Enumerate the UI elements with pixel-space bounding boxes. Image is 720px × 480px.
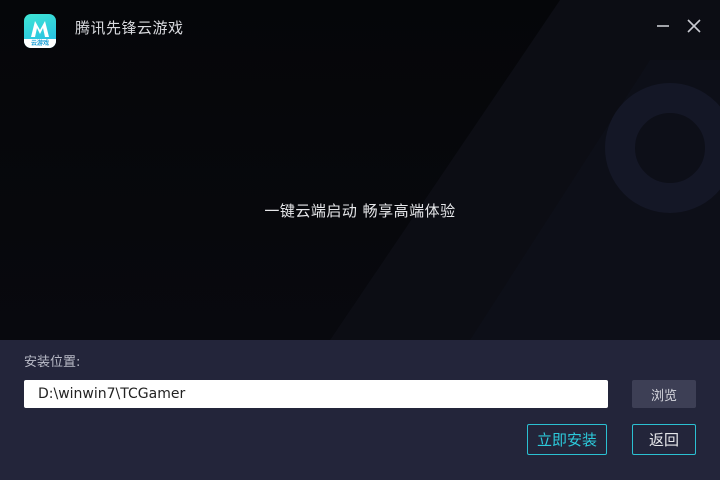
close-button[interactable] [684, 16, 704, 36]
install-panel: 安装位置: 浏览 立即安装 返回 [0, 340, 720, 480]
browse-button[interactable]: 浏览 [632, 380, 696, 408]
slogan-text: 一键云端启动 畅享高端体验 [264, 202, 456, 220]
minimize-icon [657, 25, 669, 27]
tencent-start-logo-icon: 云游戏 [24, 14, 56, 48]
back-button[interactable]: 返回 [632, 424, 696, 455]
installer-window: 云游戏 腾讯先锋云游戏 一键云端启动 畅享高端体验 安装位置: 浏览 立即安装 … [0, 0, 720, 480]
install-now-button[interactable]: 立即安装 [527, 424, 607, 455]
install-location-label: 安装位置: [24, 355, 81, 370]
minimize-button[interactable] [653, 16, 673, 36]
close-icon [687, 19, 701, 33]
logo-badge: 云游戏 [24, 39, 56, 48]
install-path-input[interactable] [24, 380, 608, 408]
app-title: 腾讯先锋云游戏 [75, 19, 184, 37]
title-bar: 云游戏 腾讯先锋云游戏 [0, 0, 720, 56]
hero-banner: 云游戏 腾讯先锋云游戏 一键云端启动 畅享高端体验 [0, 0, 720, 340]
